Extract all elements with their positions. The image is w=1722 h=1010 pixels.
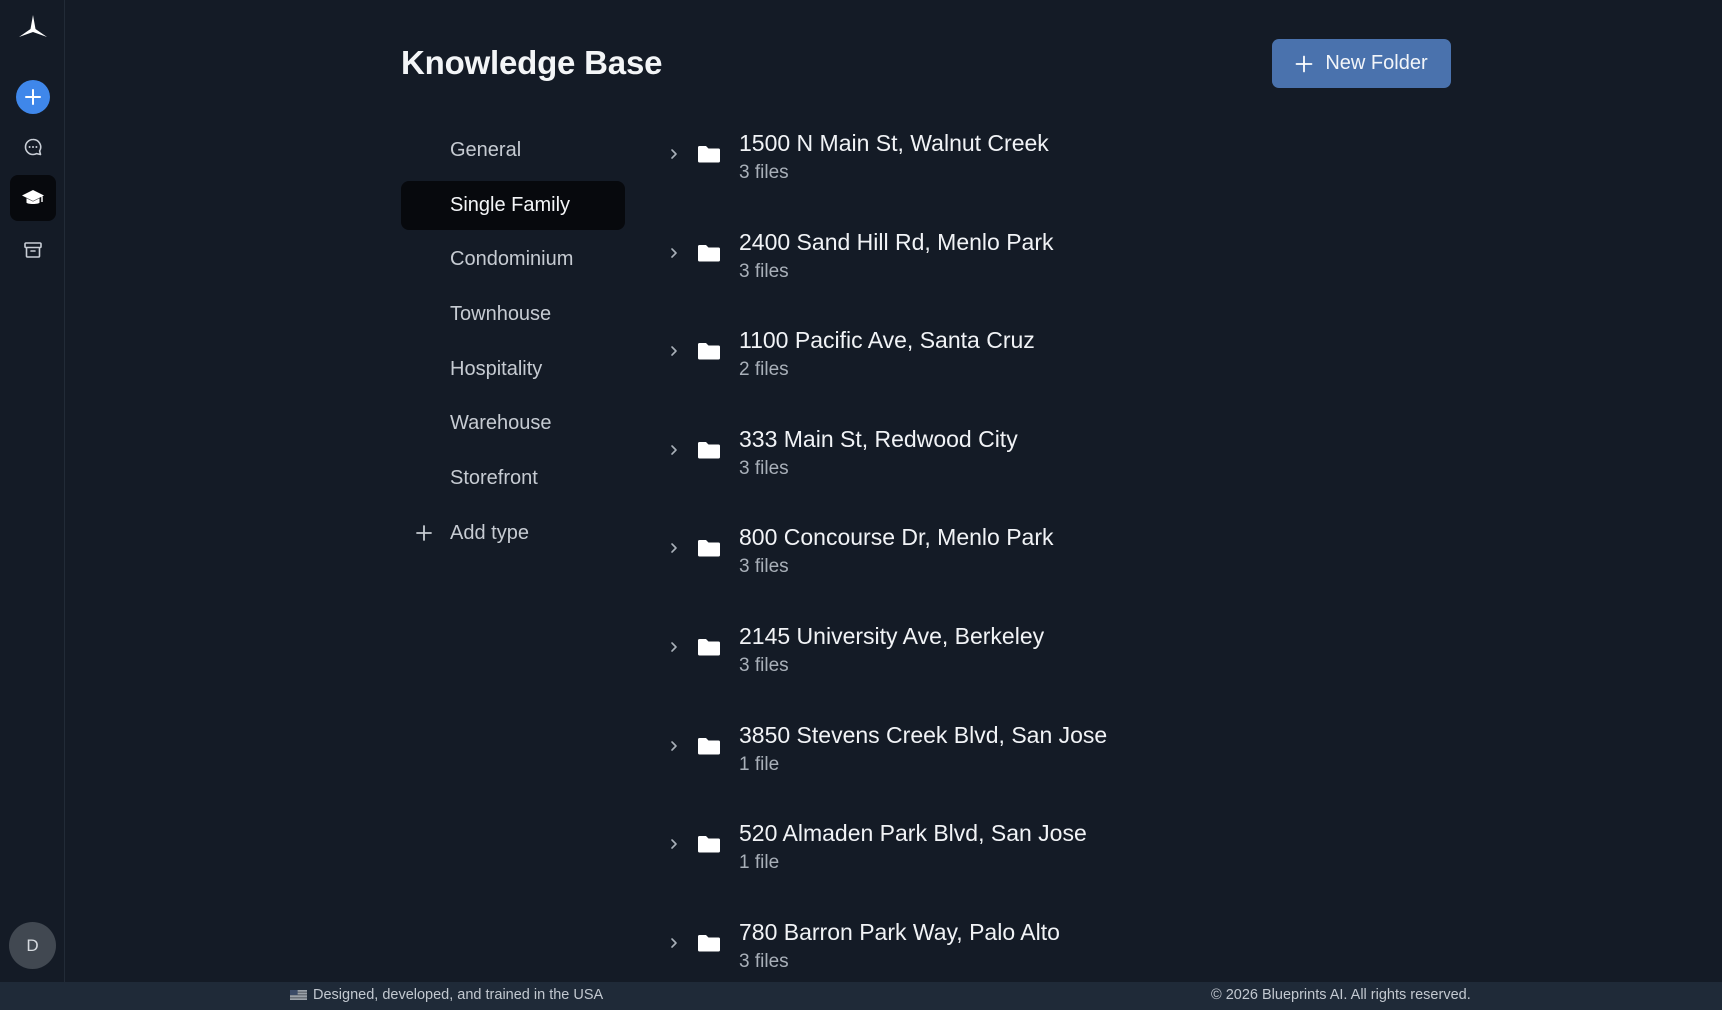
type-item-condominium[interactable]: Condominium: [401, 235, 625, 284]
footer-copyright: © 2026 Blueprints AI. All rights reserve…: [1211, 987, 1471, 1003]
plus-icon: [416, 524, 432, 541]
page-title: Knowledge Base: [401, 44, 663, 81]
folder-row[interactable]: 1100 Pacific Ave, Santa Cruz 2 files: [660, 319, 1380, 418]
chats-nav-button[interactable]: [10, 124, 56, 170]
folder-file-count: 3 files: [739, 162, 789, 183]
folder-list: 1500 N Main St, Walnut Creek 3 files 240…: [660, 122, 1380, 1009]
type-item-townhouse[interactable]: Townhouse: [401, 290, 625, 339]
folder-file-count: 2 files: [739, 359, 789, 381]
folder-icon: [698, 244, 720, 262]
type-item-hospitality[interactable]: Hospitality: [401, 345, 625, 394]
chevron-right-icon[interactable]: [667, 739, 681, 753]
folder-row[interactable]: 520 Almaden Park Blvd, San Jose 1 file: [660, 812, 1380, 911]
folder-icon: [698, 638, 720, 656]
folder-name: 1500 N Main St, Walnut Creek: [739, 130, 1049, 156]
chat-bubble-icon: [24, 138, 42, 156]
folder-name: 2400 Sand Hill Rd, Menlo Park: [739, 228, 1054, 255]
folder-icon: [698, 540, 720, 557]
folder-row[interactable]: 3850 Stevens Creek Blvd, San Jose 1 file: [660, 714, 1380, 813]
footer: Designed, developed, and trained in the …: [0, 982, 1722, 1010]
add-type-button[interactable]: Add type: [401, 509, 625, 558]
folder-row[interactable]: 800 Concourse Dr, Menlo Park 3 files: [660, 516, 1380, 615]
type-item-storefront[interactable]: Storefront: [401, 454, 625, 503]
graduation-cap-icon: [22, 190, 44, 204]
folder-file-count: 3 files: [739, 556, 789, 578]
folder-file-count: 1 file: [739, 753, 780, 775]
footer-tagline: Designed, developed, and trained in the …: [313, 987, 604, 1003]
folder-icon: [698, 836, 720, 853]
folder-row[interactable]: 333 Main St, Redwood City 3 files: [660, 418, 1380, 517]
chevron-right-icon[interactable]: [667, 147, 681, 161]
type-item-single-family[interactable]: Single Family: [401, 180, 625, 230]
folder-name: 333 Main St, Redwood City: [739, 425, 1018, 452]
folder-icon: [698, 737, 720, 755]
folder-name: 800 Concourse Dr, Menlo Park: [739, 524, 1054, 551]
user-avatar[interactable]: D: [9, 922, 56, 969]
folder-row[interactable]: 1500 N Main St, Walnut Creek 3 files: [660, 122, 1380, 221]
folder-icon: [698, 146, 720, 163]
plus-icon: [1295, 55, 1313, 72]
archive-nav-button[interactable]: [10, 227, 56, 273]
folder-file-count: 1 file: [739, 852, 780, 874]
new-folder-button[interactable]: New Folder: [1272, 39, 1451, 88]
folder-name: 2145 University Ave, Berkeley: [739, 622, 1045, 649]
folder-name: 1100 Pacific Ave, Santa Cruz: [739, 327, 1035, 354]
plus-icon: [25, 89, 41, 105]
new-chat-button[interactable]: [16, 80, 50, 114]
footer-left: Designed, developed, and trained in the …: [290, 987, 603, 1003]
left-rail: D: [0, 0, 65, 982]
folder-name: 520 Almaden Park Blvd, San Jose: [739, 820, 1087, 847]
chevron-right-icon[interactable]: [667, 936, 681, 950]
archive-box-icon: [24, 242, 42, 258]
chevron-right-icon[interactable]: [667, 640, 681, 654]
chevron-right-icon[interactable]: [667, 443, 681, 457]
property-types-nav: General Single Family Condominium Townho…: [401, 126, 625, 564]
folder-file-count: 3 files: [739, 950, 789, 972]
us-flag-icon: [290, 990, 307, 1000]
app-root: D Knowledge Base New Folder General Sing…: [0, 0, 1722, 1010]
folder-file-count: 3 files: [739, 457, 789, 479]
folder-row[interactable]: 2145 University Ave, Berkeley 3 files: [660, 615, 1380, 714]
folder-icon: [698, 934, 720, 952]
folder-name: 3850 Stevens Creek Blvd, San Jose: [739, 721, 1108, 748]
folder-icon: [698, 343, 720, 360]
chevron-right-icon[interactable]: [667, 837, 681, 851]
folder-file-count: 3 files: [739, 260, 789, 282]
folder-name: 780 Barron Park Way, Palo Alto: [739, 918, 1060, 945]
new-folder-label: New Folder: [1325, 52, 1428, 74]
knowledge-base-nav-button[interactable]: [10, 175, 56, 221]
folder-icon: [698, 441, 720, 459]
chevron-right-icon[interactable]: [667, 344, 681, 358]
chevron-right-icon[interactable]: [667, 246, 681, 260]
chevron-right-icon[interactable]: [667, 541, 681, 555]
logo-icon[interactable]: [16, 13, 50, 43]
add-type-label: Add type: [450, 521, 529, 544]
folder-row[interactable]: 2400 Sand Hill Rd, Menlo Park 3 files: [660, 221, 1380, 320]
folder-file-count: 3 files: [739, 654, 789, 676]
type-item-general[interactable]: General: [401, 126, 625, 175]
type-item-warehouse[interactable]: Warehouse: [401, 399, 625, 448]
